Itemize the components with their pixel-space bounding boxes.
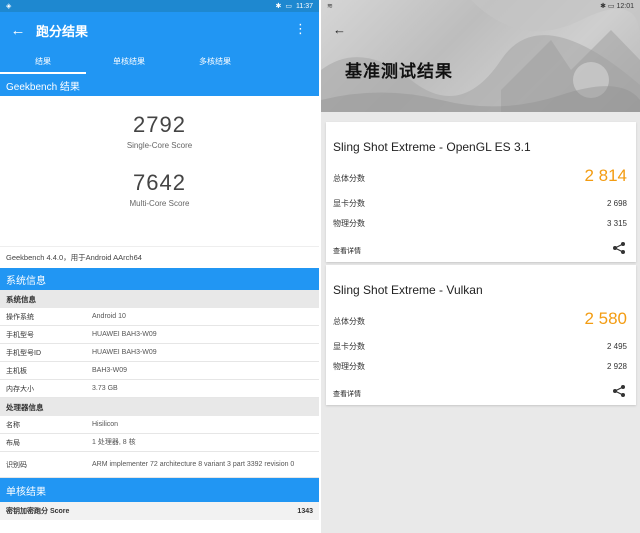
share-icon[interactable] [612,384,626,398]
info-value: 3.73 GB [92,385,118,392]
info-value: HUAWEI BAH3-W09 [92,349,157,356]
status-time: 12:01 [616,3,634,10]
status-time: 11:37 [296,2,313,10]
physics-score: 2 928 [606,362,627,371]
header-banner: ≋ ✱ ▭ 12:01 ← 基准测试结果 [321,0,640,112]
gpu-label: 显卡分数 [333,342,365,351]
physics-label: 物理分数 [333,362,365,371]
info-value: 1 处理器, 8 核 [92,439,136,446]
tab-single-core[interactable]: 单核结果 [86,48,172,74]
card-title: Sling Shot Extreme - OpenGL ES 3.1 [333,140,531,154]
result-card: Sling Shot Extreme - Vulkan 总体分数 2 580 显… [326,265,636,405]
tab-multi-core[interactable]: 多核结果 [172,48,258,74]
wifi-icon: ≋ [327,3,333,10]
total-label: 总体分数 [333,317,365,326]
total-score: 2 580 [584,309,627,328]
info-row: 内存大小 3.73 GB [0,380,319,398]
single-core-score: 2792 [133,112,186,137]
subhead-processor: 处理器信息 [0,398,319,416]
gpu-score-row: 显卡分数 2 495 [333,341,627,352]
info-value: HUAWEI BAH3-W09 [92,331,157,338]
info-key: 手机型号ID [6,349,41,357]
total-label: 总体分数 [333,174,365,183]
card-title: Sling Shot Extreme - Vulkan [333,283,483,297]
banner-artwork [321,0,640,112]
back-arrow-icon[interactable]: ← [0,22,36,39]
more-vert-icon[interactable]: ⋮ [294,21,307,37]
tab-bar: 结果 单核结果 多核结果 [0,48,319,74]
physics-score-row: 物理分数 2 928 [333,361,627,372]
status-bar: ≋ ✱ ▭ 12:01 [321,0,640,12]
page-title: 跑分结果 [36,23,89,39]
info-key: 内存大小 [6,385,34,393]
view-details-link[interactable]: 查看详情 [333,389,361,399]
score-block: 2792 Single-Core Score 7642 Multi-Core S… [0,96,319,246]
info-value: ARM implementer 72 architecture 8 varian… [92,461,295,468]
section-system-info: 系统信息 [0,268,319,290]
result-card: Sling Shot Extreme - OpenGL ES 3.1 总体分数 … [326,122,636,262]
physics-score-row: 物理分数 3 315 [333,218,627,229]
section-single-core: 单核结果 [0,478,319,502]
result-key: 密钥加密跑分 Score [6,508,70,515]
info-key: 识别码 [6,461,27,469]
info-row: 布局 1 处理器, 8 核 [0,434,319,452]
battery-icon: ▭ [607,3,615,10]
bluetooth-icon: ✱ [275,3,282,10]
section-geekbench-results: Geekbench 结果 [0,74,319,96]
info-value: Android 10 [92,313,126,320]
gpu-label: 显卡分数 [333,199,365,208]
info-row: 主机板 BAH3-W09 [0,362,319,380]
shield-icon: ◈ [6,3,12,10]
info-row: 操作系统 Android 10 [0,308,319,326]
single-core-label: Single-Core Score [126,141,193,150]
battery-icon: ▭ [285,3,292,10]
status-bar: ◈ ✱ ▭ 11:37 [0,0,319,12]
geekbench-panel: ◈ ✱ ▭ 11:37 ← 跑分结果 ⋮ 结果 单核结果 多核结果 Geekbe… [0,0,319,533]
physics-score: 3 315 [606,219,627,228]
3dmark-panel: ≋ ✱ ▭ 12:01 ← 基准测试结果 Sling Shot Extreme … [321,0,640,533]
total-score-row: 总体分数 2 580 [333,309,627,329]
app-bar: ← 跑分结果 ⋮ [0,12,319,48]
info-key: 主机板 [6,367,27,375]
multi-core-label: Multi-Core Score [129,199,190,208]
info-key: 布局 [6,439,20,447]
gpu-score-row: 显卡分数 2 698 [333,198,627,209]
bluetooth-icon: ✱ [600,3,606,10]
info-value: BAH3-W09 [92,367,128,374]
info-row: 手机型号 HUAWEI BAH3-W09 [0,326,319,344]
gpu-score: 2 698 [606,199,627,208]
info-key: 名称 [6,421,20,429]
info-key: 手机型号 [6,331,34,339]
result-value: 1343 [297,507,313,515]
share-icon[interactable] [612,241,626,255]
gpu-score: 2 495 [606,342,627,351]
info-row: 识别码 ARM implementer 72 architecture 8 var… [0,452,319,478]
back-arrow-icon[interactable]: ← [333,22,346,37]
total-score-row: 总体分数 2 814 [333,166,627,186]
subhead-system: 系统信息 [0,290,319,308]
tab-results[interactable]: 结果 [0,48,86,74]
info-key: 操作系统 [6,313,34,321]
total-score: 2 814 [584,166,627,185]
version-text: Geekbench 4.4.0，用于Android AArch64 [0,246,319,268]
info-value: Hisilicon [92,421,119,428]
info-row: 名称 Hisilicon [0,416,319,434]
view-details-link[interactable]: 查看详情 [333,246,361,256]
result-row: 密钥加密跑分 Score 1343 [0,502,319,520]
physics-label: 物理分数 [333,219,365,228]
page-title: 基准测试结果 [345,62,453,81]
info-row: 手机型号ID HUAWEI BAH3-W09 [0,344,319,362]
multi-core-score: 7642 [133,170,186,195]
tab-indicator [0,72,86,74]
